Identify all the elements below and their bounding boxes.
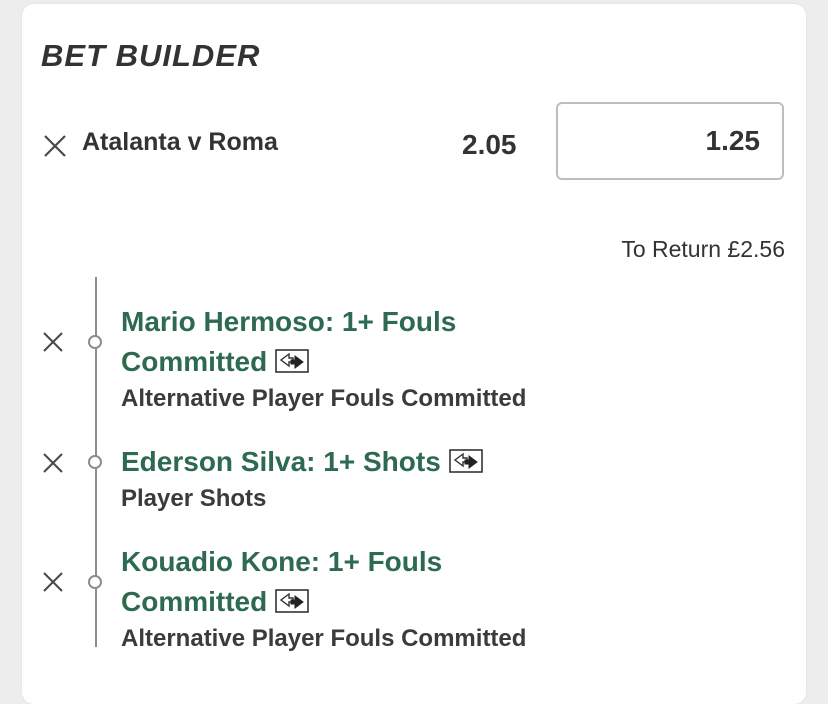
selection-item: Ederson Silva: 1+ Shots Player Shots — [121, 442, 483, 516]
remove-selection-button[interactable] — [42, 571, 64, 593]
timeline-dot — [88, 575, 102, 589]
remove-selection-button[interactable] — [42, 452, 64, 474]
close-icon — [43, 572, 63, 592]
selection-market: Alternative Player Fouls Committed — [121, 385, 527, 412]
selection-title: Mario Hermoso: 1+ Fouls Committed — [121, 306, 457, 377]
stake-input[interactable] — [556, 102, 784, 180]
odds-value: 2.05 — [462, 129, 517, 160]
selection-title: Kouadio Kone: 1+ Fouls Committed — [121, 546, 443, 617]
selection-title: Ederson Silva: 1+ Shots — [121, 442, 483, 482]
selection-item: Kouadio Kone: 1+ Fouls Committed Alterna… — [121, 542, 526, 656]
swap-icon[interactable] — [448, 448, 483, 473]
selection-market: Player Shots — [121, 485, 267, 512]
swap-icon[interactable] — [275, 348, 310, 373]
remove-match-button[interactable] — [42, 133, 68, 159]
close-icon — [44, 135, 66, 157]
timeline-dot — [88, 335, 102, 349]
match-name: Atalanta v Roma — [82, 128, 278, 156]
selection-market: Alternative Player Fouls Committed — [121, 625, 527, 652]
bet-builder-title: BET BUILDER — [41, 38, 261, 73]
to-return-text: To Return £2.56 — [621, 236, 785, 262]
close-icon — [43, 332, 63, 352]
selection-item: Mario Hermoso: 1+ Fouls Committed Altern… — [121, 302, 526, 416]
close-icon — [43, 453, 63, 473]
remove-selection-button[interactable] — [42, 331, 64, 353]
bet-builder-card: BET BUILDER Atalanta v Roma 2.05 To Retu… — [22, 4, 806, 704]
timeline-dot — [88, 455, 102, 469]
swap-icon[interactable] — [275, 588, 310, 613]
